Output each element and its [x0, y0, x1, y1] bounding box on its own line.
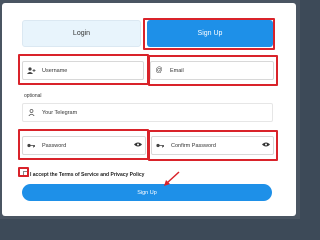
- user-icon: [23, 109, 39, 116]
- terms-label: I accept the Terms of Service and Privac…: [30, 172, 145, 178]
- signup-submit-label: Sign Up: [137, 189, 157, 196]
- telegram-field[interactable]: Your Telegram: [22, 103, 273, 122]
- arrow-annotation-icon: [164, 171, 180, 186]
- key-icon: [23, 142, 39, 149]
- telegram-placeholder: Your Telegram: [42, 109, 78, 116]
- at-icon: @: [155, 67, 163, 74]
- username-field[interactable]: Username: [22, 61, 144, 80]
- username-placeholder: Username: [42, 67, 68, 74]
- eye-icon[interactable]: [131, 142, 145, 149]
- confirm-password-field[interactable]: Confirm Password: [151, 136, 274, 155]
- terms-checkbox[interactable]: [23, 171, 29, 177]
- signup-submit-button[interactable]: Sign Up: [22, 184, 272, 201]
- user-plus-icon: [23, 67, 39, 74]
- optional-label: optional: [24, 93, 42, 99]
- confirm-password-placeholder: Confirm Password: [171, 142, 216, 149]
- tab-signup[interactable]: Sign Up: [147, 20, 273, 47]
- tab-login-label: Login: [72, 30, 91, 37]
- tab-login[interactable]: Login: [22, 20, 141, 47]
- email-field[interactable]: @ Email: [150, 61, 274, 80]
- email-placeholder: Email: [170, 67, 184, 74]
- eye-icon[interactable]: [259, 142, 273, 149]
- signup-modal: Login Sign Up Username @ Email optional …: [2, 3, 296, 216]
- tab-signup-label: Sign Up: [197, 30, 223, 37]
- key-icon: [152, 142, 168, 149]
- password-field[interactable]: Password: [22, 136, 146, 155]
- password-placeholder: Password: [42, 142, 67, 149]
